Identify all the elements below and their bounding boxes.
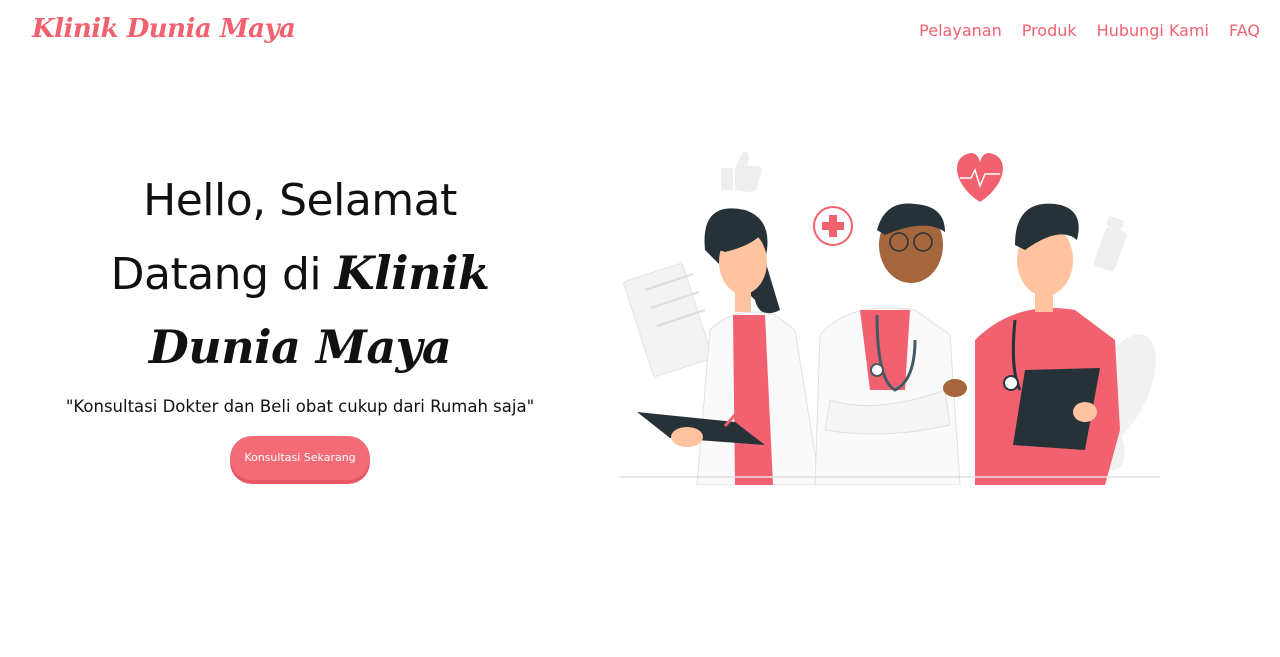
nav-links: Pelayanan Produk Hubungi Kami FAQ: [919, 21, 1260, 40]
hero-title-line1: Hello, Selamat: [143, 175, 457, 226]
clipboard-icon: [623, 263, 713, 377]
doctor-scrubs-figure: [975, 203, 1120, 485]
pill-bottle-icon: [1093, 216, 1127, 272]
nav-item-hubungi-kami[interactable]: Hubungi Kami: [1097, 21, 1209, 40]
medical-cross-icon: [813, 206, 853, 246]
hero-section: Hello, Selamat Datang di Klinik Dunia Ma…: [40, 165, 560, 480]
doctors-illustration: [615, 140, 1165, 486]
nav-item-faq[interactable]: FAQ: [1229, 21, 1260, 40]
hero-tagline: "Konsultasi Dokter dan Beli obat cukup d…: [65, 397, 535, 416]
thumbs-up-icon: [721, 151, 762, 192]
heart-pulse-icon: [957, 153, 1003, 202]
brand-logo[interactable]: Klinik Dunia Maya: [32, 14, 296, 44]
nav-item-produk[interactable]: Produk: [1022, 21, 1077, 40]
doctors-illustration-svg: [620, 151, 1160, 486]
navbar: Klinik Dunia Maya Pelayanan Produk Hubun…: [0, 0, 1280, 70]
consult-now-button[interactable]: Konsultasi Sekarang: [230, 436, 370, 480]
doctor-man-glasses-figure: [814, 203, 967, 486]
nav-item-pelayanan[interactable]: Pelayanan: [919, 21, 1002, 40]
hero-title-prefix: Datang di: [110, 249, 322, 300]
hero-title: Hello, Selamat Datang di Klinik Dunia Ma…: [40, 165, 560, 385]
